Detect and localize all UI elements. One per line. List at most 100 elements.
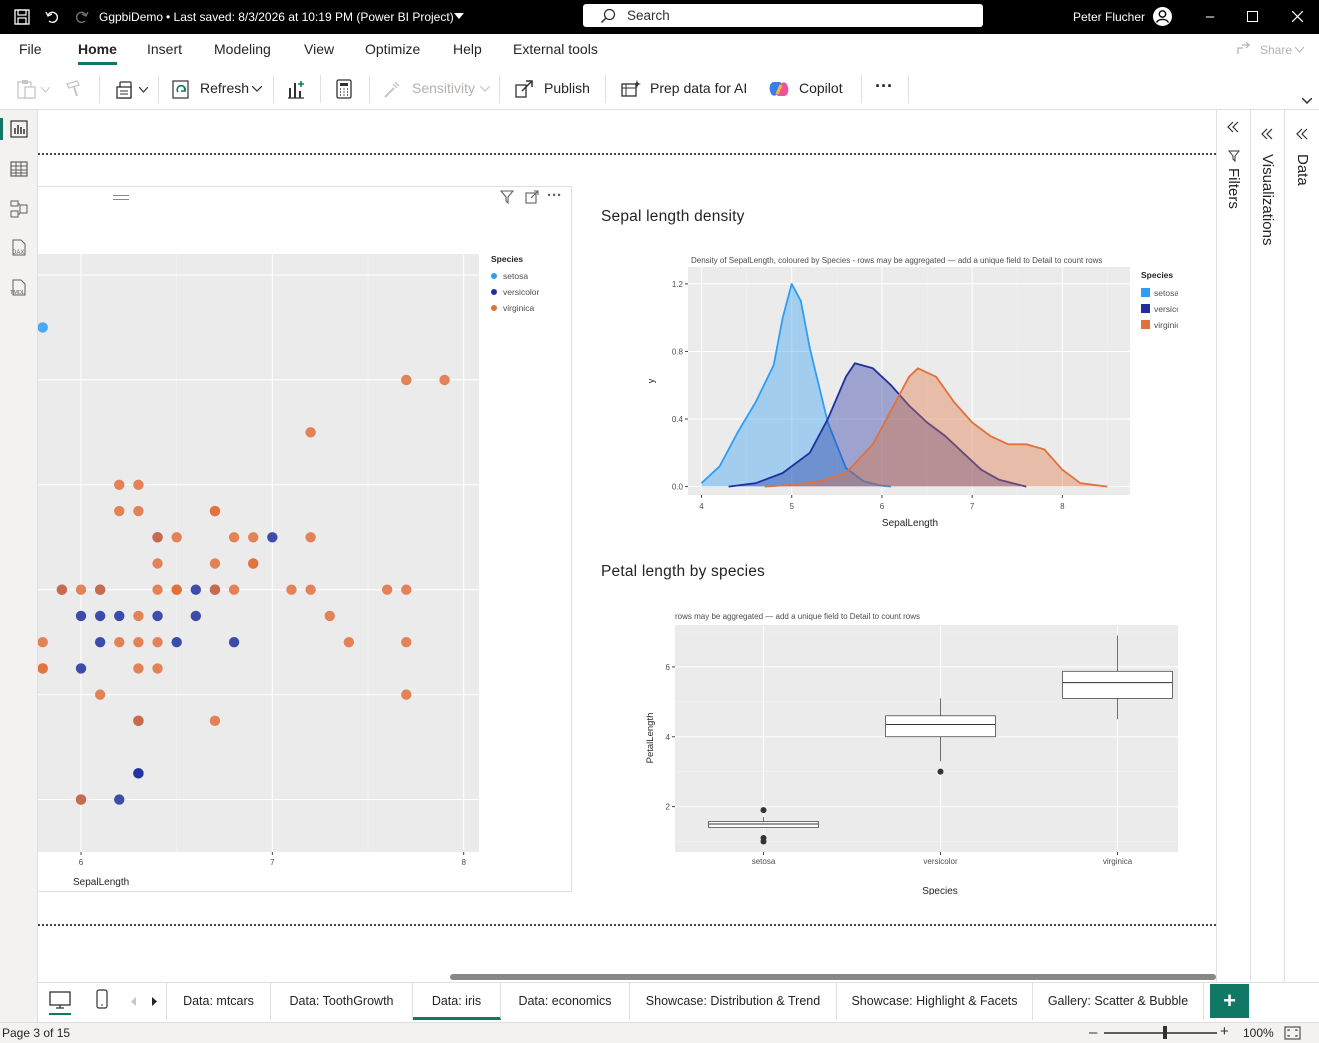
menu-insert[interactable]: Insert [147,41,182,57]
box-chart[interactable]: rows may be aggregated — add a unique fi… [598,605,1178,895]
scatter-point-virginica [228,532,240,543]
close-icon[interactable] [1292,11,1303,22]
scroll-left-icon[interactable] [131,997,137,1006]
tab-gallery-scatter[interactable]: Gallery: Scatter & Bubble [1033,983,1204,1020]
menu-file[interactable]: File [19,41,42,57]
search-input[interactable]: Search [583,4,983,27]
format-painter-icon[interactable] [64,79,84,99]
scatter-point-virginica [133,715,144,727]
redo-icon[interactable] [74,9,90,25]
zoom-slider-thumb[interactable] [1163,1026,1167,1039]
scatter-point-virginica [324,610,335,622]
avatar[interactable] [1152,6,1173,27]
ribbon-separator [369,75,370,103]
menu-modeling[interactable]: Modeling [214,41,271,57]
collapse-ribbon-icon[interactable] [1302,98,1312,104]
x-tick-label: 6 [79,858,84,867]
share-icon [1237,42,1251,54]
horizontal-scrollbar[interactable] [450,974,1216,980]
add-page-button[interactable]: + [1210,984,1249,1018]
tab-showcase-distribution[interactable]: Showcase: Distribution & Trend [630,983,837,1020]
zoom-out-button[interactable]: – [1089,1024,1097,1041]
refresh-icon [172,80,189,99]
title-bar: GgpbiDemo • Last saved: 8/3/2026 at 10:1… [0,0,1319,34]
chevron-down-icon[interactable] [252,86,262,92]
legend-title: Species [1141,270,1173,280]
mobile-layout-icon[interactable] [96,989,108,1009]
scatter-point-virginica [401,584,412,595]
x-tick-label: 8 [461,858,466,867]
search-placeholder: Search [627,8,670,23]
calculator-icon[interactable] [336,79,352,99]
y-tick-label: 6 [666,663,671,672]
prep-data-button[interactable]: Prep data for AI [650,80,747,96]
tab-data-iris[interactable]: Data: iris [413,983,501,1020]
sensitivity-button[interactable]: Sensitivity [412,80,475,96]
tab-data-economics[interactable]: Data: economics [501,983,630,1020]
share-button[interactable]: Share [1260,43,1292,57]
visualizations-pane[interactable]: Visualizations [1251,110,1285,1022]
scatter-point-virginica [38,636,48,648]
more-options-button[interactable]: ··· [875,76,893,97]
model-view-icon[interactable] [9,199,29,219]
zoom-slider[interactable] [1104,1032,1217,1034]
share-chevron-icon [1295,47,1304,53]
expand-visualizations-icon[interactable] [1261,128,1273,140]
menu-help[interactable]: Help [453,41,482,57]
copilot-button[interactable]: Copilot [799,80,843,96]
scroll-right-icon[interactable] [152,997,158,1006]
undo-icon[interactable] [44,9,60,25]
menu-external-tools[interactable]: External tools [513,41,598,57]
x-tick-label: 4 [699,502,704,511]
scatter-point-virginica [75,794,87,805]
scatter-point-virginica [209,584,221,595]
expand-data-icon[interactable] [1296,128,1308,140]
tab-data-toothgrowth[interactable]: Data: ToothGrowth [271,983,413,1020]
scatter-point-virginica [209,558,221,569]
chevron-down-icon[interactable] [139,87,148,93]
scatter-visual[interactable]: ··· 6 7 8 SepalLength Species setosa versicolo… [38,186,572,892]
scatter-point-versicolor [190,610,202,622]
scatter-point-virginica [133,663,144,674]
x-tick-label: 7 [270,858,275,867]
tmdl-view-icon[interactable]: TMDL [9,279,29,299]
scatter-point-virginica [133,636,144,648]
legend-label-virginica: virginica [503,303,534,313]
scatter-point-virginica [401,636,412,648]
table-view-icon[interactable] [9,159,29,179]
report-view-icon[interactable] [9,119,29,139]
publish-button[interactable]: Publish [544,80,590,96]
desktop-layout-icon[interactable] [49,991,71,1009]
dax-query-icon[interactable]: DAX [9,239,29,259]
minimize-icon[interactable]: – [1200,8,1220,25]
save-icon[interactable] [14,9,30,25]
data-pane[interactable]: Data [1285,110,1319,1022]
fit-to-page-icon[interactable] [1284,1026,1301,1040]
zoom-level: 100% [1243,1026,1274,1040]
paste-icon[interactable] [16,79,38,99]
tab-data-mtcars[interactable]: Data: mtcars [167,983,271,1020]
box-outlier [760,807,767,814]
scatter-point-versicolor [114,794,125,805]
chevron-down-icon[interactable] [480,86,490,92]
scatter-point-versicolor [75,610,87,622]
density-chart[interactable]: Density of SepalLength, coloured by Spec… [598,250,1178,540]
expand-filters-icon[interactable] [1227,121,1239,133]
plot-panel [675,625,1178,852]
new-visual-icon[interactable] [286,79,306,99]
menu-view[interactable]: View [304,41,334,57]
zoom-in-button[interactable]: + [1220,1023,1229,1040]
filters-pane[interactable]: Filters [1217,110,1251,1022]
scatter-point-virginica [133,505,144,517]
get-data-icon[interactable] [115,79,137,100]
chevron-down-icon[interactable] [41,87,50,93]
menu-optimize[interactable]: Optimize [365,41,420,57]
ribbon-separator [908,75,909,103]
x-axis-title: SepalLength [882,518,938,529]
refresh-button[interactable]: Refresh [200,80,249,96]
legend-title: Species [491,254,523,264]
maximize-icon[interactable] [1247,11,1258,22]
menu-home[interactable]: Home [78,41,117,57]
tab-showcase-highlight[interactable]: Showcase: Highlight & Facets [837,983,1033,1020]
chevron-down-icon[interactable] [454,13,464,20]
